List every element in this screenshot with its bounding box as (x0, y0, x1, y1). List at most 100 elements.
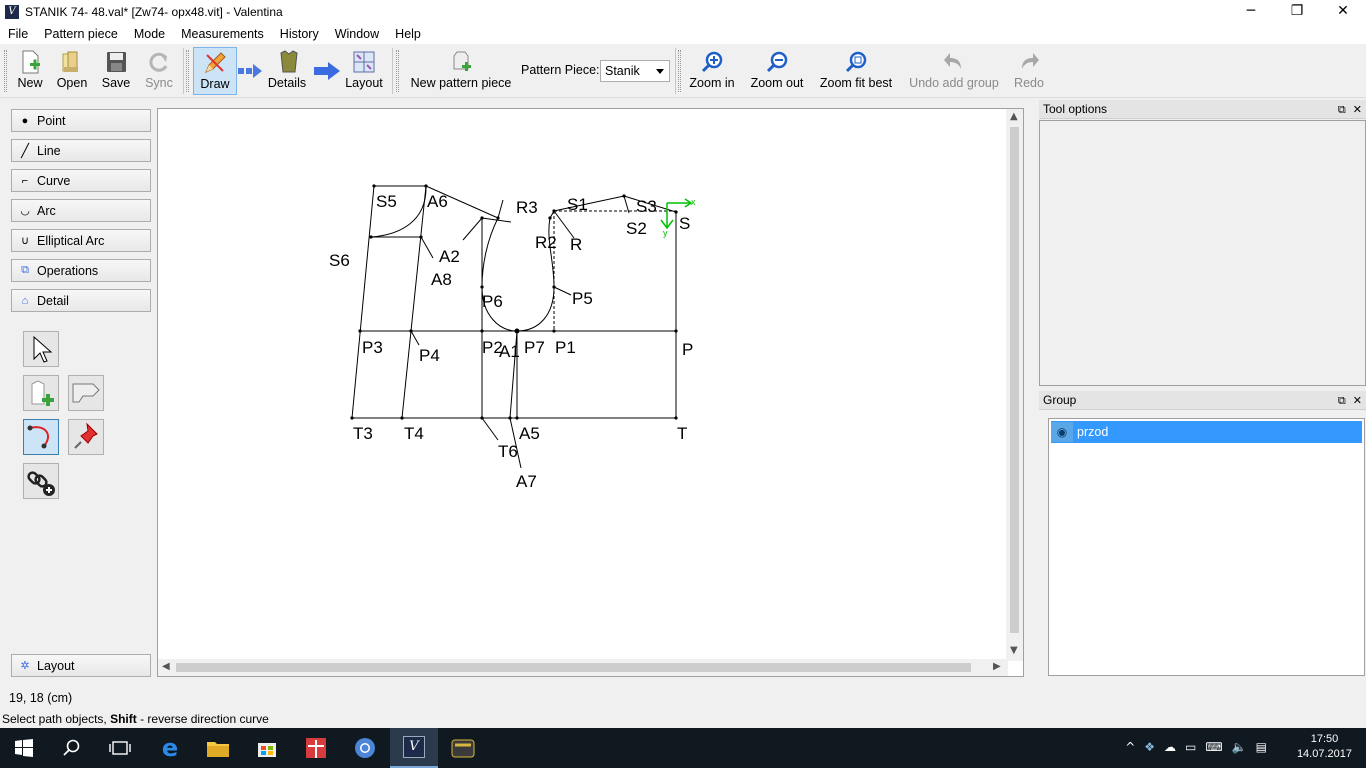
taskbar-chrome[interactable] (341, 728, 389, 768)
network-icon[interactable]: ⌨ (1205, 740, 1231, 754)
point-label-A1[interactable]: A1 (499, 342, 520, 361)
pattern-line[interactable] (497, 199, 504, 219)
scroll-right-icon[interactable]: ▶ (993, 661, 1001, 672)
point-label-R3[interactable]: R3 (516, 198, 538, 217)
new-pattern-piece-button[interactable]: New pattern piece (405, 47, 517, 95)
point-label-P5[interactable]: P5 (572, 289, 593, 308)
point-label-R[interactable]: R (570, 235, 582, 254)
pin-tool[interactable] (68, 419, 104, 455)
group-item-przod[interactable]: ◉ przod (1051, 421, 1362, 443)
toolbar-grip[interactable] (4, 50, 7, 92)
close-dock-icon[interactable]: ✕ (1353, 394, 1362, 407)
close-dock-icon[interactable]: ✕ (1353, 103, 1362, 116)
point-label-R2[interactable]: R2 (535, 233, 557, 252)
onedrive-cloud-icon[interactable]: ☁ (1164, 740, 1185, 754)
system-tray[interactable]: ^❖☁▭⌨🔈▤ (1125, 740, 1276, 754)
point-label-P4[interactable]: P4 (419, 346, 440, 365)
new-detail-tool[interactable] (23, 375, 59, 411)
dropbox-icon[interactable]: ❖ (1144, 740, 1164, 754)
zoom-in-button[interactable]: Zoom in (685, 47, 739, 95)
undo-button[interactable]: Undo add group (904, 47, 1004, 95)
pattern-drawing[interactable]: x y S5 A6 R3 S1 S3 S S2 R2 R S6 A2 A8 P6… (158, 109, 1006, 659)
menu-measurements[interactable]: Measurements (173, 27, 272, 41)
insert-node-tool[interactable] (23, 463, 59, 499)
notifications-icon[interactable]: ▤ (1256, 740, 1276, 754)
pattern-line[interactable] (420, 236, 434, 259)
new-button[interactable]: New (10, 47, 50, 95)
point-label-S5[interactable]: S5 (376, 192, 397, 211)
toolbox-curve-button[interactable]: ⌐ Curve (11, 169, 151, 192)
eye-visibility-icon[interactable]: ◉ (1051, 422, 1073, 442)
search-button[interactable] (48, 728, 96, 768)
sync-button[interactable]: Sync (140, 47, 178, 95)
point-label-P1[interactable]: P1 (555, 338, 576, 357)
toolbox-line-button[interactable]: ╱ Line (11, 139, 151, 162)
taskbar-clock[interactable]: 17:50 14.07.2017 (1297, 732, 1352, 762)
toolbox-operations-button[interactable]: ⧉ Operations (11, 259, 151, 282)
pattern-piece-select[interactable]: Stanik (600, 60, 670, 82)
point-label-S1[interactable]: S1 (567, 195, 588, 214)
layout-mode-button[interactable]: Layout (342, 47, 386, 95)
toolbox-detail-button[interactable]: ⌂ Detail (11, 289, 151, 312)
minimize-button[interactable]: ─ (1228, 0, 1274, 23)
point-label-S[interactable]: S (679, 214, 690, 233)
point-label-P7[interactable]: P7 (524, 338, 545, 357)
zoom-out-button[interactable]: Zoom out (745, 47, 809, 95)
point-label-P6[interactable]: P6 (482, 292, 503, 311)
scroll-down-icon[interactable]: ▼ (1010, 645, 1018, 656)
battery-icon[interactable]: ▭ (1185, 740, 1205, 754)
taskbar-gift-app[interactable] (292, 728, 340, 768)
chevron-up-icon[interactable]: ^ (1125, 740, 1144, 754)
draw-mode-button[interactable]: Draw (193, 47, 237, 95)
menu-history[interactable]: History (272, 27, 327, 41)
vertical-scrollbar[interactable]: ▲ ▼ (1006, 109, 1023, 661)
point-label-T[interactable]: T (677, 424, 687, 443)
point-label-S3[interactable]: S3 (636, 197, 657, 216)
start-button[interactable] (0, 728, 48, 768)
menu-file[interactable]: File (0, 27, 36, 41)
taskbar-valentina[interactable]: V (390, 728, 438, 768)
point-label-T4[interactable]: T4 (404, 424, 424, 443)
point-label-P3[interactable]: P3 (362, 338, 383, 357)
zoom-fit-best-button[interactable]: Zoom fit best (814, 47, 898, 95)
point-label-A7[interactable]: A7 (516, 472, 537, 491)
pattern-line[interactable] (481, 417, 499, 441)
toolbox-layout-button[interactable]: ✲ Layout (11, 654, 151, 677)
piece-path-tool[interactable] (23, 419, 59, 455)
toolbar-grip[interactable] (396, 50, 399, 92)
point-label-T3[interactable]: T3 (353, 424, 373, 443)
toolbox-elliptical-arc-button[interactable]: ∪ Elliptical Arc (11, 229, 151, 252)
pattern-curve[interactable] (548, 217, 555, 288)
pattern-line[interactable] (462, 217, 483, 241)
details-mode-button[interactable]: Details (264, 47, 310, 95)
point-label-A6[interactable]: A6 (427, 192, 448, 211)
scroll-left-icon[interactable]: ◀ (162, 661, 170, 672)
save-button[interactable]: Save (96, 47, 136, 95)
drawing-canvas[interactable]: x y S5 A6 R3 S1 S3 S S2 R2 R S6 A2 A8 P6… (157, 108, 1024, 677)
vertical-scroll-thumb[interactable] (1010, 127, 1019, 633)
volume-icon[interactable]: 🔈 (1232, 740, 1256, 754)
toolbox-arc-button[interactable]: ◡ Arc (11, 199, 151, 222)
open-button[interactable]: Open (53, 47, 91, 95)
point-label-P[interactable]: P (682, 340, 693, 359)
toolbox-point-button[interactable]: ● Point (11, 109, 151, 132)
toolbar-grip[interactable] (186, 50, 189, 92)
point-label-S6[interactable]: S6 (329, 251, 350, 270)
close-button[interactable]: ✕ (1320, 0, 1366, 23)
point-label-A5[interactable]: A5 (519, 424, 540, 443)
toolbar-grip[interactable] (678, 50, 681, 92)
group-list[interactable]: ◉ przod (1048, 418, 1365, 676)
scroll-up-icon[interactable]: ▲ (1010, 111, 1018, 122)
pattern-line[interactable] (553, 210, 575, 239)
float-dock-icon[interactable]: ⧉ (1338, 103, 1346, 116)
arrow-select-tool[interactable] (23, 331, 59, 367)
menu-mode[interactable]: Mode (126, 27, 173, 41)
pattern-line[interactable] (623, 195, 630, 214)
horizontal-scrollbar[interactable]: ◀ ▶ (158, 659, 1008, 676)
float-dock-icon[interactable]: ⧉ (1338, 394, 1346, 407)
task-view-button[interactable] (96, 728, 144, 768)
taskbar-file-explorer[interactable] (194, 728, 242, 768)
pattern-line[interactable] (553, 286, 572, 296)
menu-help[interactable]: Help (387, 27, 429, 41)
pattern-line[interactable] (351, 185, 375, 419)
